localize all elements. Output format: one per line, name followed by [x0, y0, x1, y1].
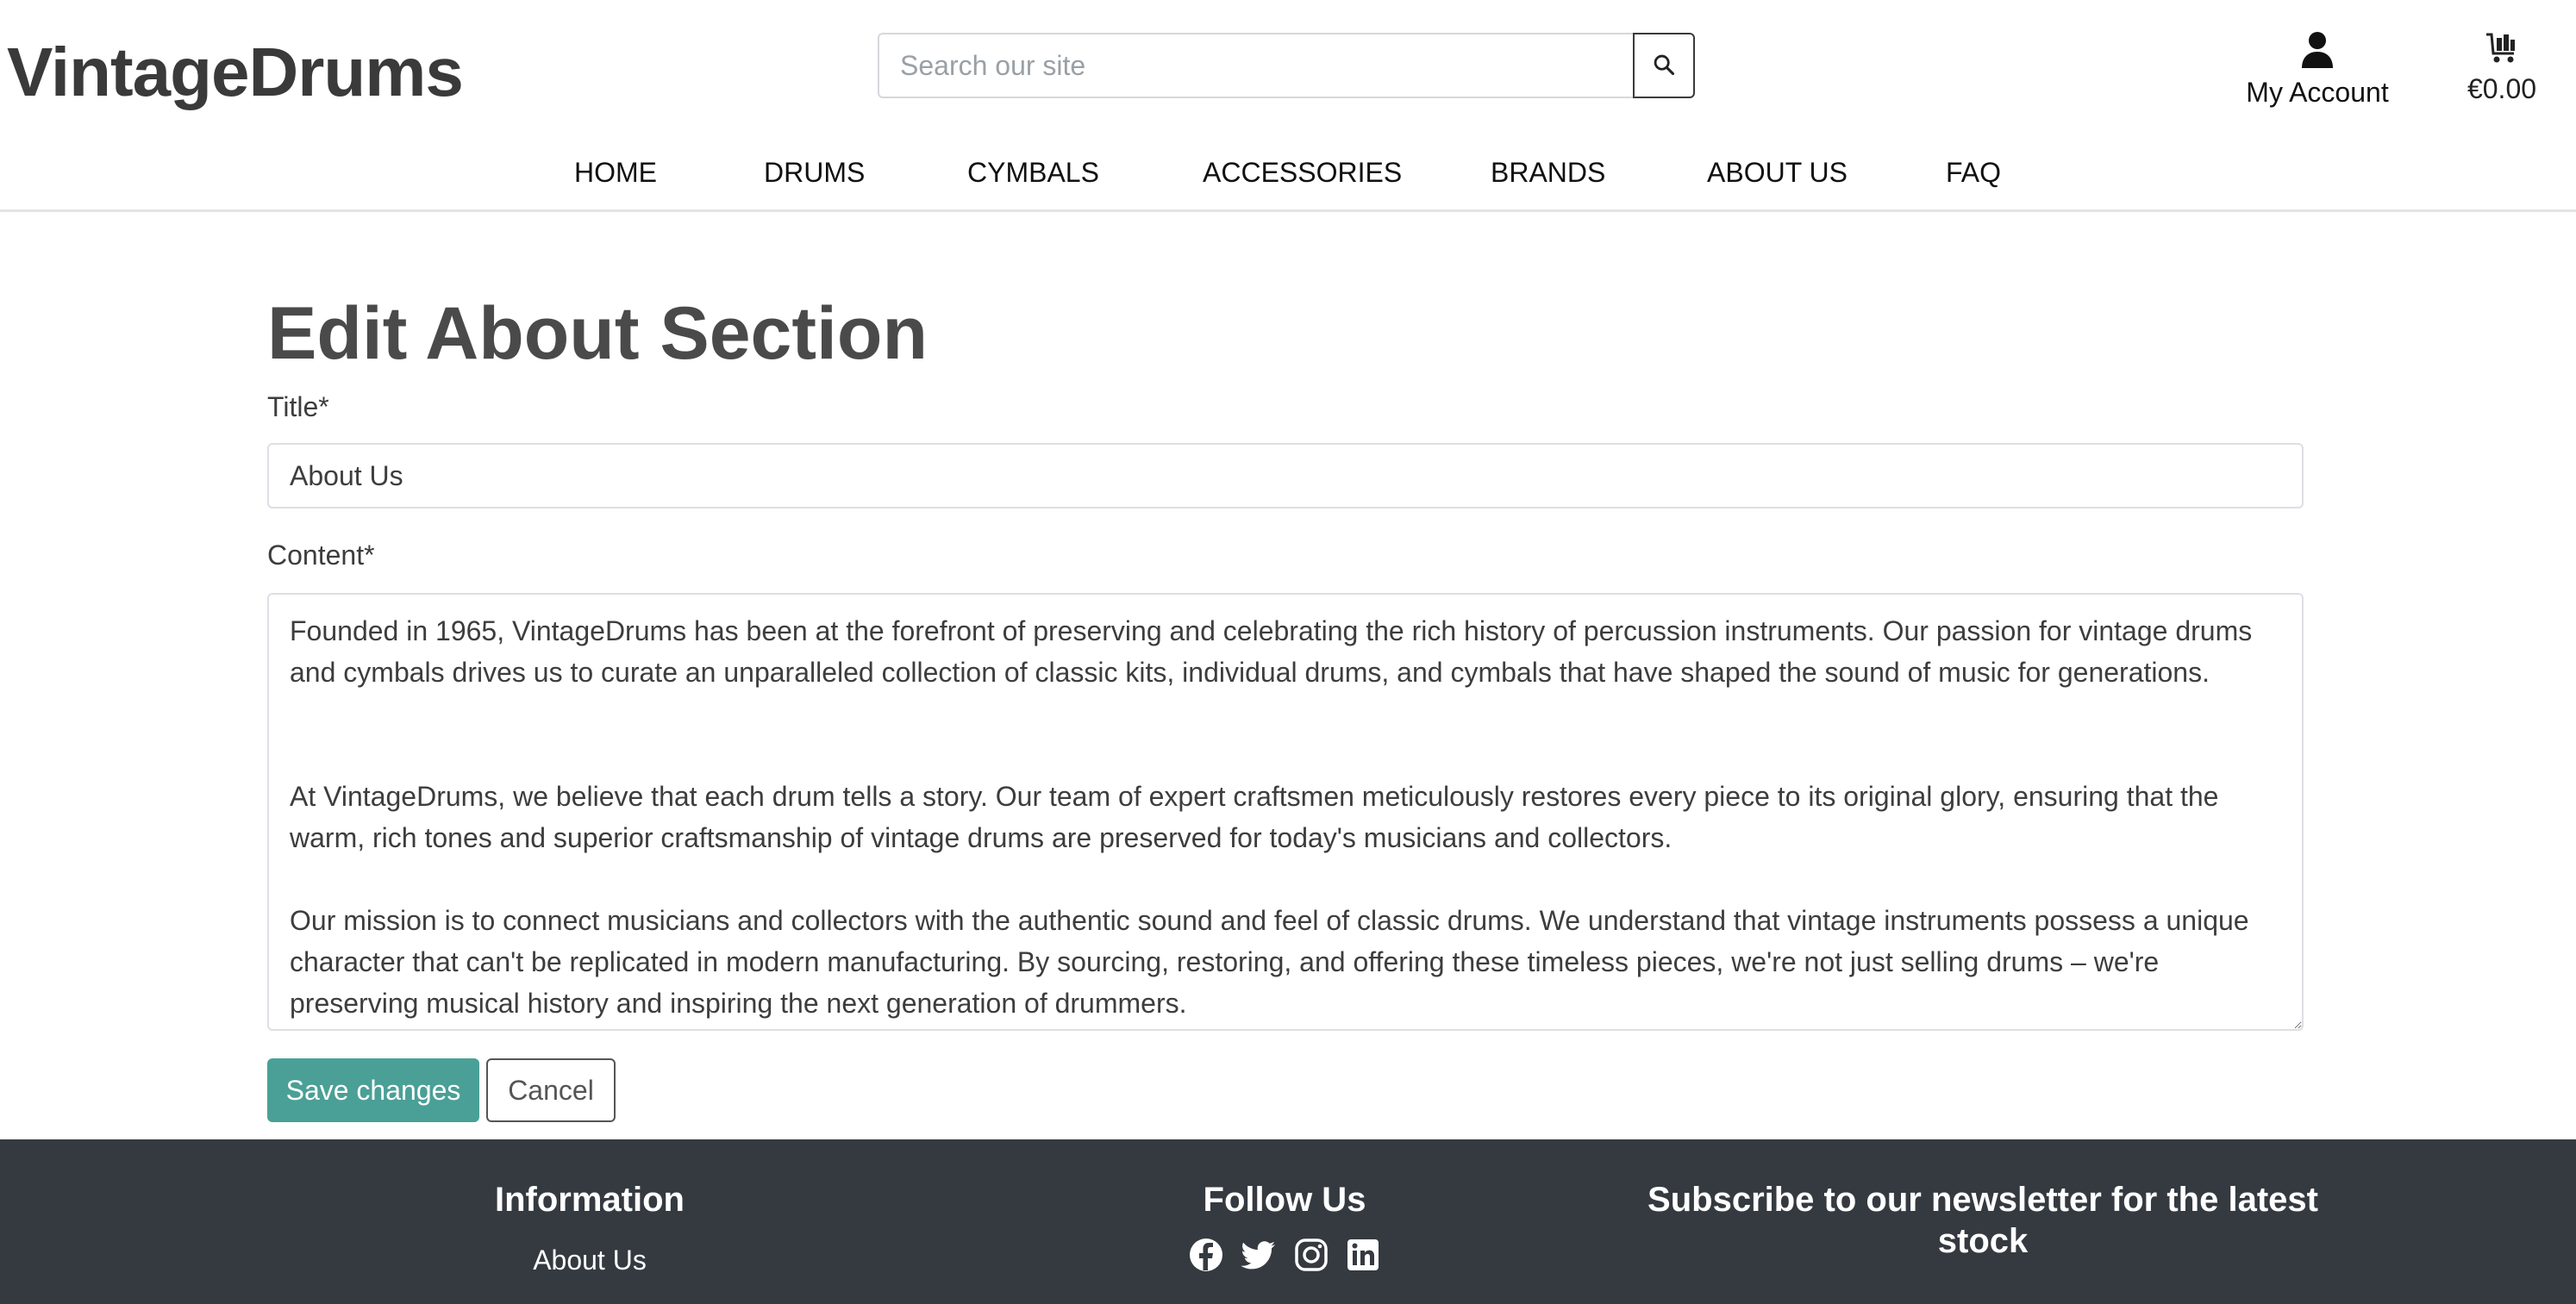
- newsletter-heading: Subscribe to our newsletter for the late…: [1648, 1181, 2318, 1260]
- content-label: Content*: [267, 540, 375, 571]
- search-icon: [1652, 53, 1676, 79]
- my-account-label: My Account: [2246, 77, 2389, 108]
- cart-icon: [2485, 33, 2519, 69]
- footer-follow-heading: Follow Us: [1203, 1181, 1366, 1219]
- nav-accessories[interactable]: ACCESSORIES: [1203, 157, 1402, 189]
- cart-link[interactable]: €0.00: [2450, 31, 2554, 105]
- search-bar: [878, 33, 1695, 98]
- linkedin-icon[interactable]: [1346, 1238, 1380, 1272]
- social-links: [1112, 1238, 1457, 1272]
- search-input[interactable]: [878, 33, 1633, 98]
- footer-newsletter: Subscribe to our newsletter for the late…: [1647, 1179, 2319, 1262]
- nav-drums[interactable]: DRUMS: [764, 157, 865, 189]
- nav-about-us[interactable]: ABOUT US: [1707, 157, 1848, 189]
- title-label: Title*: [267, 391, 329, 422]
- nav-home[interactable]: HOME: [574, 157, 657, 189]
- instagram-icon[interactable]: [1294, 1238, 1329, 1272]
- site-logo[interactable]: VintageDrums: [7, 33, 464, 112]
- footer-about-link[interactable]: About Us: [417, 1245, 762, 1276]
- title-input[interactable]: [267, 443, 2304, 508]
- main-nav: HOME DRUMS CYMBALS ACCESSORIES BRANDS AB…: [0, 157, 2576, 200]
- footer-information: Information About Us: [417, 1179, 762, 1276]
- page-title: Edit About Section: [267, 292, 928, 375]
- cart-total: €0.00: [2467, 73, 2537, 104]
- nav-brands[interactable]: BRANDS: [1491, 157, 1605, 189]
- cancel-button[interactable]: Cancel: [486, 1058, 616, 1122]
- my-account-link[interactable]: My Account: [2231, 31, 2404, 109]
- search-button[interactable]: [1633, 33, 1695, 98]
- footer-follow: Follow Us: [1112, 1179, 1457, 1272]
- footer-info-heading: Information: [495, 1181, 685, 1219]
- facebook-icon[interactable]: [1189, 1238, 1223, 1272]
- nav-faq[interactable]: FAQ: [1946, 157, 2001, 189]
- twitter-icon[interactable]: [1241, 1238, 1277, 1272]
- site-header: VintageDrums My Account: [0, 0, 2576, 212]
- save-changes-button[interactable]: Save changes: [267, 1058, 479, 1122]
- content-textarea[interactable]: Founded in 1965, VintageDrums has been a…: [267, 593, 2304, 1031]
- nav-cymbals[interactable]: CYMBALS: [967, 157, 1099, 189]
- site-footer: Information About Us Follow Us Subscribe…: [0, 1139, 2576, 1304]
- user-icon: [2300, 32, 2335, 72]
